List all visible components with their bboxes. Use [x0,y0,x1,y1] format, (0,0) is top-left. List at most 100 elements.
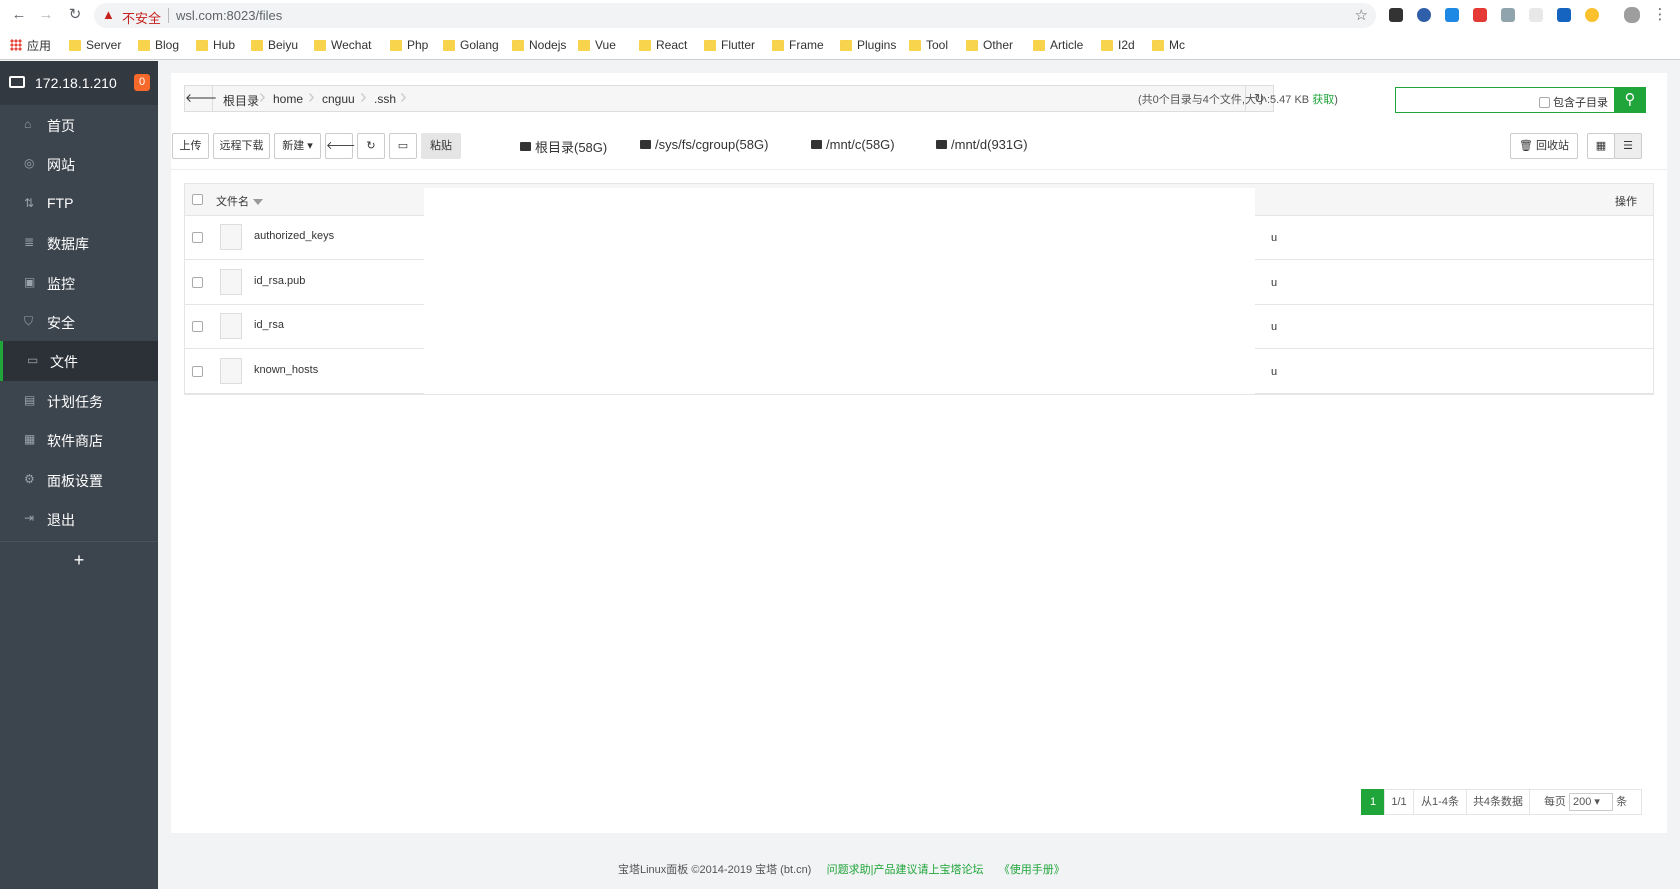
page-range: 从1-4条 [1413,789,1467,815]
bookmark-i2d[interactable]: I2d [1101,37,1135,53]
sidebar-item-3[interactable]: ≣ 数据库 [0,223,158,263]
folder-icon [639,39,651,51]
remote-download-button[interactable]: 远程下载 [213,133,270,159]
per-page-select[interactable]: 200 ▾ [1569,793,1613,812]
upload-button[interactable]: 上传 [172,133,209,159]
row-checkbox[interactable] [192,232,203,243]
file-name[interactable]: id_rsa [254,319,284,331]
breadcrumb-item[interactable]: home [273,92,303,106]
sidebar-item-2[interactable]: ⇅ FTP [0,184,158,224]
extension-icon[interactable] [1417,8,1431,22]
recycle-bin-button[interactable]: 🗑 回收站 [1510,133,1578,159]
url-text[interactable]: wsl.com:8023/files [176,8,282,23]
bookmark-flutter[interactable]: Flutter [704,37,755,53]
menu-icon[interactable]: ⋮ [1651,6,1669,24]
reload-icon[interactable]: ↻ [66,6,84,24]
paste-button[interactable]: 粘贴 [421,133,461,159]
new-dropdown-button[interactable]: 新建 ▾ [274,133,321,159]
extension-icon[interactable] [1473,8,1487,22]
bookmark-tool[interactable]: Tool [909,37,948,53]
bookmark-vue[interactable]: Vue [578,37,616,53]
sidebar: 172.18.1.210 0 ⌂ 首页 ◎ 网站 ⇅ FTP ≣ 数据库 ▣ 监控 ⛉ 安全 ▭ 文件 ▤ 计… [0,61,158,889]
manual-link[interactable]: 《使用手册》 [999,864,1065,876]
notification-badge[interactable]: 0 [134,74,150,91]
extension-icon[interactable] [1445,8,1459,22]
grid-view-icon[interactable]: ▦ [1587,133,1615,159]
extension-icon[interactable] [1529,8,1543,22]
breadcrumb-item[interactable]: cnguu [322,92,355,106]
back-icon[interactable]: ← [10,6,28,24]
extension-icon[interactable] [1557,8,1571,22]
row-checkbox[interactable] [192,365,203,377]
disk-shortcut[interactable]: /mnt/c(58G) [811,137,895,152]
sidebar-item-label: 退出 [47,512,75,528]
search-input[interactable]: 包含子目录 [1395,87,1615,113]
avatar[interactable] [1624,7,1640,23]
disk-shortcut[interactable]: /sys/fs/cgroup(58G) [640,137,768,152]
bookmark-nodejs[interactable]: Nodejs [512,37,566,53]
sidebar-item-label: 网站 [47,157,75,174]
sidebar-item-7[interactable]: ▤ 计划任务 [0,381,158,421]
sidebar-item-4[interactable]: ▣ 监控 [0,263,158,303]
bookmark-php[interactable]: Php [390,37,428,53]
bookmark-应用[interactable]: 应用 [10,37,51,53]
sidebar-item-1[interactable]: ◎ 网站 [0,144,158,184]
page-current[interactable]: 1 [1361,789,1385,815]
address-bar[interactable]: ▲ 不安全 wsl.com:8023/files ☆ [94,3,1376,28]
add-shortcut-button[interactable]: + [0,541,158,578]
breadcrumb-item[interactable]: 根目录 [223,92,259,109]
bookmark-mc[interactable]: Mc [1152,37,1185,53]
star-icon[interactable]: ☆ [1355,6,1368,24]
disk-shortcut[interactable]: /mnt/d(931G) [936,137,1028,152]
column-filename[interactable]: 文件名 [216,193,263,209]
sidebar-item-0[interactable]: ⌂ 首页 [0,105,158,145]
checkbox[interactable] [1539,96,1550,108]
sidebar-item-8[interactable]: ▦ 软件商店 [0,420,158,460]
file-name[interactable]: known_hosts [254,364,318,376]
bookmark-server[interactable]: Server [69,37,121,53]
file-name[interactable]: authorized_keys [254,230,334,242]
terminal-button[interactable]: ▭ [389,133,417,159]
bookmark-label: Php [407,38,429,52]
extension-icon[interactable] [1389,8,1403,22]
row-checkbox[interactable] [192,321,203,332]
refresh-button[interactable]: ↻ [357,133,385,159]
footer: 宝塔Linux面板 ©2014-2019 宝塔 (bt.cn) 问题求助|产品建… [618,861,1065,877]
forward-icon[interactable]: → [37,6,55,24]
extension-icon[interactable] [1585,8,1599,22]
bookmark-plugins[interactable]: Plugins [840,37,896,53]
extension-icon[interactable] [1501,8,1515,22]
forum-link[interactable]: 问题求助|产品建议请上宝塔论坛 [827,864,984,876]
nav-row: ← → ↻ ▲ 不安全 wsl.com:8023/files ☆ ⋮ [0,0,1680,30]
breadcrumb-item[interactable]: .ssh [374,92,396,106]
bookmark-frame[interactable]: Frame [772,37,824,53]
bookmark-hub[interactable]: Hub [196,37,235,53]
bookmark-other[interactable]: Other [966,37,1013,53]
bookmark-wechat[interactable]: Wechat [314,37,371,53]
file-icon [220,313,242,339]
bookmark-react[interactable]: React [639,37,687,53]
ftp-icon: ⇅ [24,195,35,210]
bookmark-label: Mc [1169,38,1185,52]
bookmark-article[interactable]: Article [1033,37,1083,53]
sidebar-item-6[interactable]: ▭ 文件 [0,341,158,382]
include-subdir-checkbox[interactable]: 包含子目录 [1539,94,1608,110]
bookmark-golang[interactable]: Golang [443,37,499,53]
select-all-checkbox[interactable] [192,194,203,205]
directory-summary: (共0个目录与4个文件,大小:5.47 KB [1138,94,1310,106]
sidebar-item-10[interactable]: ⇥ 退出 [0,499,158,539]
row-checkbox[interactable] [192,276,203,288]
arrow-left-icon[interactable]: 🡐 [185,86,217,111]
fetch-size-link[interactable]: 获取 [1312,94,1334,106]
list-view-icon[interactable]: ☰ [1614,133,1642,159]
sidebar-item-9[interactable]: ⚙ 面板设置 [0,460,158,500]
search-button[interactable]: ⚲ [1614,87,1646,113]
bookmark-beiyu[interactable]: Beiyu [251,37,298,53]
file-name[interactable]: id_rsa.pub [254,275,305,287]
chevron-right-icon: › [259,86,266,108]
bookmark-blog[interactable]: Blog [138,37,179,53]
back-button[interactable]: 🡐 [325,133,356,159]
disk-shortcut[interactable]: 根目录(58G) [520,137,607,156]
sidebar-item-5[interactable]: ⛉ 安全 [0,302,158,342]
recycle-label: 回收站 [1536,140,1570,152]
